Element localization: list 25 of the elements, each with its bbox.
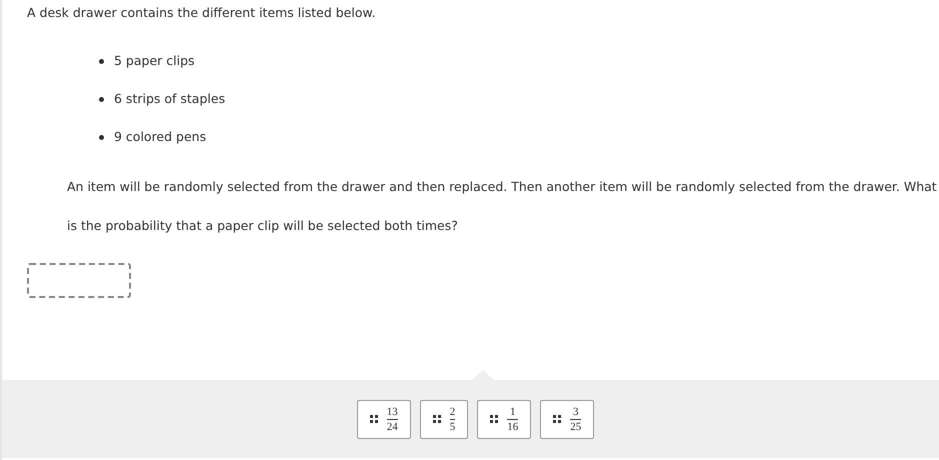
numerator-text: 1 [510, 406, 516, 418]
bullet-icon [99, 134, 104, 140]
drag-handle-icon [432, 415, 441, 423]
answer-tile[interactable]: 1 16 [477, 400, 532, 438]
answer-tile[interactable]: 13 24 [356, 400, 411, 438]
numerator-text: 3 [573, 406, 578, 418]
denominator-text: 25 [570, 420, 582, 432]
drag-handle-icon [370, 415, 378, 423]
denominator-text: 24 [386, 420, 398, 432]
answer-tile[interactable]: 2 5 [420, 400, 468, 438]
bullet-icon [99, 96, 104, 102]
denominator-text: 5 [450, 420, 456, 432]
denominator-text: 16 [507, 420, 518, 432]
intro-text: A desk drawer contains the different items listed below. [27, 5, 377, 21]
bullet-icon [99, 58, 104, 64]
numerator-text: 2 [450, 406, 456, 418]
list-item-text: 6 strips of staples [114, 91, 226, 107]
list-item-text: 5 paper clips [114, 53, 195, 69]
drag-handle-icon [553, 415, 562, 423]
numerator-text: 13 [386, 406, 398, 418]
answer-tile[interactable]: 3 25 [540, 400, 594, 438]
question-text: An item will be randomly selected from the drawer and then replaced. Then another item will be randomly selected from the drawer. What is the probability that a paper clip will be selected both times? [67, 178, 938, 235]
answer-drop-box[interactable] [27, 263, 131, 298]
list-item-text: 9 colored pens [114, 129, 206, 145]
drag-handle-icon [490, 415, 498, 423]
